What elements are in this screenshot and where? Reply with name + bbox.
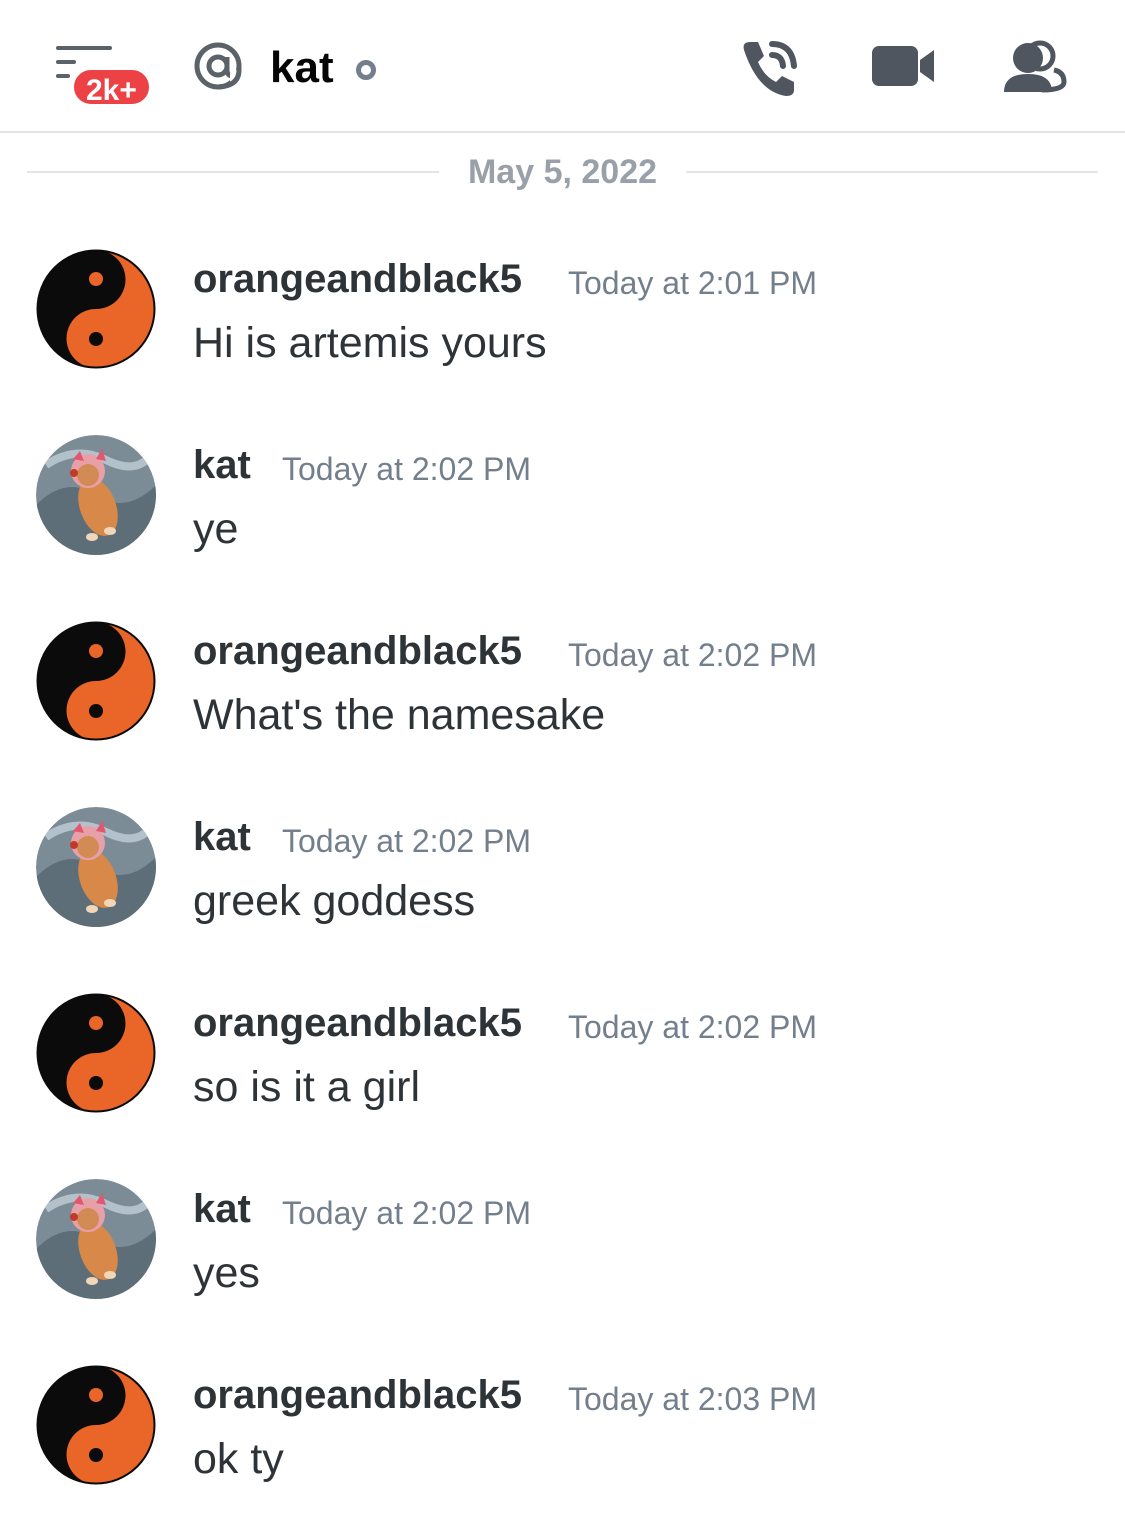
message-author[interactable]: orangeandblack5 <box>193 627 522 675</box>
message-row[interactable]: kat Today at 2:02 PM greek goddess <box>0 807 1125 977</box>
yin-yang-avatar[interactable] <box>36 993 156 1113</box>
message-text: What's the namesake <box>193 691 606 739</box>
yin-yang-avatar[interactable] <box>36 621 156 741</box>
message-text: greek goddess <box>193 877 476 925</box>
message-timestamp: Today at 2:02 PM <box>568 1009 818 1045</box>
yin-yang-avatar[interactable] <box>36 249 156 369</box>
message-author[interactable]: kat <box>193 813 251 861</box>
hamburger-menu-icon <box>56 46 112 50</box>
message-text: yes <box>193 1249 260 1297</box>
video-icon[interactable] <box>870 38 936 98</box>
kitten-avatar[interactable] <box>36 807 156 927</box>
divider-line-left <box>27 171 439 173</box>
unread-badge: 2k+ <box>70 66 153 108</box>
kitten-avatar[interactable] <box>36 1179 156 1299</box>
divider-line-right <box>686 171 1098 173</box>
kitten-avatar[interactable] <box>36 435 156 555</box>
message-timestamp: Today at 2:03 PM <box>568 1381 818 1417</box>
message-row[interactable]: orangeandblack5 Today at 2:01 PM Hi is art… <box>0 249 1125 419</box>
message-timestamp: Today at 2:02 PM <box>282 823 532 859</box>
message-timestamp: Today at 2:02 PM <box>568 637 818 673</box>
hamburger-menu-button[interactable]: 2k+ <box>52 40 153 110</box>
members-icon[interactable] <box>1002 38 1068 98</box>
message-row[interactable]: kat Today at 2:02 PM ye <box>0 435 1125 605</box>
message-text: ye <box>193 505 239 553</box>
message-author[interactable]: orangeandblack5 <box>193 1371 522 1419</box>
chat-header: 2k+ kat <box>0 0 1125 133</box>
message-text: ok ty <box>193 1435 284 1483</box>
message-row[interactable]: orangeandblack5 Today at 2:02 PM so is it … <box>0 993 1125 1163</box>
message-text: so is it a girl <box>193 1063 421 1111</box>
message-text: Hi is artemis yours <box>193 319 547 367</box>
message-author[interactable]: orangeandblack5 <box>193 999 522 1047</box>
message-row[interactable]: orangeandblack5 Today at 2:03 PM ok ty <box>0 1365 1125 1535</box>
message-author[interactable]: orangeandblack5 <box>193 255 522 303</box>
message-timestamp: Today at 2:02 PM <box>282 1195 532 1231</box>
yin-yang-avatar[interactable] <box>36 1365 156 1485</box>
message-row[interactable]: orangeandblack5 Today at 2:02 PM What's th… <box>0 621 1125 791</box>
at-icon <box>194 42 244 92</box>
date-divider: May 5, 2022 <box>467 153 658 191</box>
message-row[interactable]: kat Today at 2:02 PM yes <box>0 1179 1125 1349</box>
message-timestamp: Today at 2:02 PM <box>282 451 532 487</box>
message-timestamp: Today at 2:01 PM <box>568 265 818 301</box>
message-author[interactable]: kat <box>193 441 251 489</box>
call-icon[interactable] <box>736 38 802 98</box>
channel-title: kat <box>270 43 334 92</box>
status-offline-icon <box>356 60 376 80</box>
message-author[interactable]: kat <box>193 1185 251 1233</box>
